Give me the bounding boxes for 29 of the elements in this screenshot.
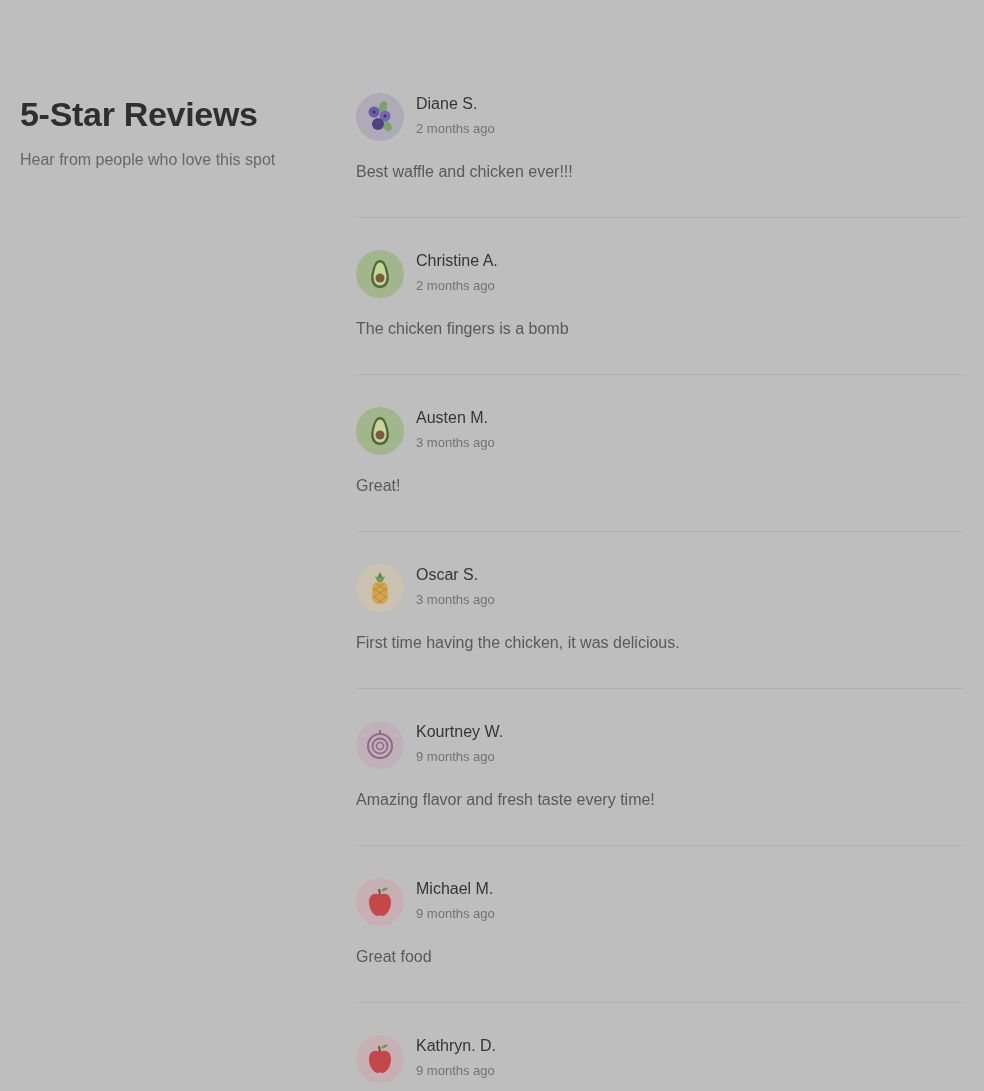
reviewer-name: Kourtney W. bbox=[416, 722, 504, 742]
review-text: Great food bbox=[356, 947, 432, 967]
review-text: The chicken fingers is a bomb bbox=[356, 319, 569, 339]
avocado-avatar-icon bbox=[356, 250, 404, 298]
apple-avatar-icon bbox=[356, 1035, 404, 1083]
review-date: 9 months ago bbox=[416, 1062, 495, 1080]
reviewer-name: Diane S. bbox=[416, 94, 478, 114]
reviewer-name: Austen M. bbox=[416, 408, 489, 428]
review-text: Great! bbox=[356, 476, 401, 496]
reviewer-name: Michael M. bbox=[416, 879, 494, 899]
section-subtitle: Hear from people who love this spot bbox=[20, 150, 276, 170]
avocado-avatar-icon bbox=[356, 407, 404, 455]
review-date: 9 months ago bbox=[416, 748, 495, 766]
blueberry-avatar-icon bbox=[356, 93, 404, 141]
apple-avatar-icon bbox=[356, 878, 404, 926]
onion-avatar-icon bbox=[356, 721, 404, 769]
review-date: 2 months ago bbox=[416, 277, 495, 295]
reviewer-name: Kathryn. D. bbox=[416, 1036, 497, 1056]
review-date: 9 months ago bbox=[416, 905, 495, 923]
reviewer-name: Christine A. bbox=[416, 251, 498, 271]
section-title: 5-Star Reviews bbox=[20, 94, 258, 134]
review-date: 3 months ago bbox=[416, 434, 495, 452]
review-text: First time having the chicken, it was delicious. bbox=[356, 633, 680, 653]
review-date: 2 months ago bbox=[416, 120, 495, 138]
review-date: 3 months ago bbox=[416, 591, 495, 609]
pineapple-avatar-icon bbox=[356, 564, 404, 612]
review-text: Amazing flavor and fresh taste every time! bbox=[356, 790, 655, 810]
reviewer-name: Oscar S. bbox=[416, 565, 479, 585]
review-text: Best waffle and chicken ever!!! bbox=[356, 162, 573, 182]
